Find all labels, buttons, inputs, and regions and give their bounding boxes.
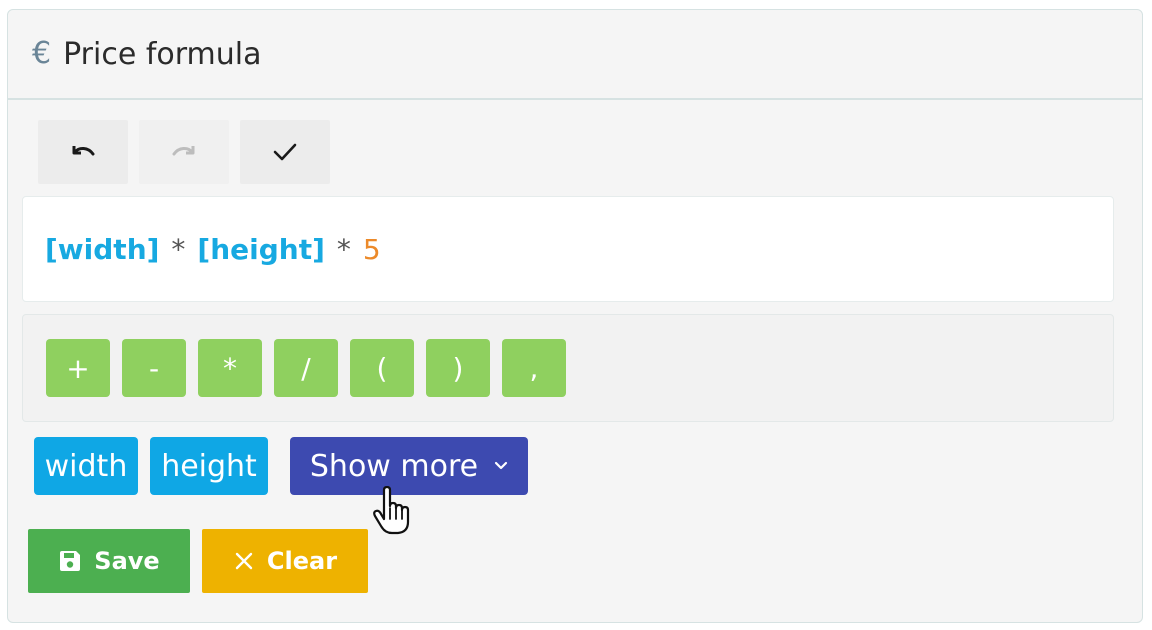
check-icon [273,143,297,161]
undo-icon [72,146,95,156]
operator-close-paren-button[interactable]: ) [426,339,490,397]
chevron-down-icon [494,461,508,470]
clear-button[interactable]: Clear [202,529,368,593]
floppy-disk-icon [60,551,81,571]
operator-comma-button[interactable]: , [502,339,566,397]
operator-divide-button[interactable]: / [274,339,338,397]
hand-pointer-cursor-icon [373,486,410,535]
clear-label: Clear [266,547,338,575]
formula-token-number: 5 [362,232,381,266]
operator-open-paren-button[interactable]: ( [350,339,414,397]
formula-token-width: [width] [45,232,160,266]
panel-title: Price formula [63,36,262,72]
operator-minus-button[interactable]: - [122,339,186,397]
variable-height-button[interactable]: height [150,437,268,495]
show-more-label: Show more [309,448,479,484]
close-icon [235,552,253,570]
undo-button[interactable] [38,120,128,184]
save-label: Save [94,547,160,575]
save-button[interactable]: Save [28,529,190,593]
formula-token-operator: * [336,232,351,266]
operator-multiply-button[interactable]: * [198,339,262,397]
formula-editor[interactable]: [width] * [height] * 5 [22,196,1114,302]
operator-palette: + - * / ( ) , [22,314,1114,422]
euro-icon: € [32,36,52,71]
formula-token-operator: * [171,232,186,266]
variable-width-button[interactable]: width [34,437,138,495]
redo-button[interactable] [139,120,229,184]
validate-button[interactable] [240,120,330,184]
panel-header: € Price formula [8,10,1142,100]
operator-plus-button[interactable]: + [46,339,110,397]
formula-token-height: [height] [197,232,325,266]
redo-icon [172,146,195,156]
